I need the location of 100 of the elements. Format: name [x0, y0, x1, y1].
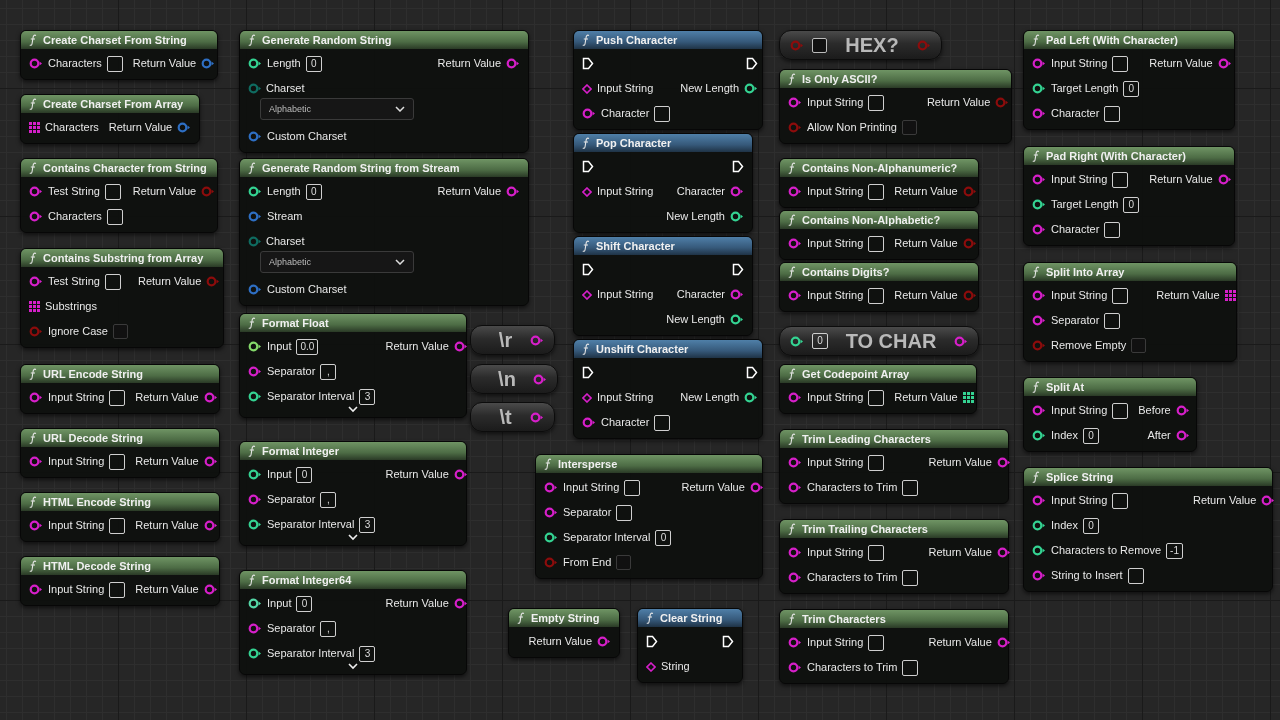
text-field[interactable]	[654, 414, 671, 431]
text-field[interactable]	[868, 389, 885, 406]
pin-icon[interactable]	[453, 341, 468, 352]
text-field[interactable]	[868, 235, 885, 252]
text-field[interactable]: 3	[359, 388, 376, 405]
text-field[interactable]	[868, 94, 885, 111]
exec-pin-icon[interactable]	[746, 57, 758, 70]
exec-pin-icon[interactable]	[582, 57, 594, 70]
text-field[interactable]	[624, 479, 641, 496]
function-node[interactable]: Empty String Return Value	[508, 608, 620, 658]
function-node[interactable]: Trim Leading Characters Input String Return Value Characters to Trim	[779, 429, 1009, 504]
exec-pin-icon[interactable]	[746, 366, 758, 379]
function-node[interactable]: Format Integer64 Input 0 Return Value Separator , Separator Interval 3	[239, 570, 467, 675]
exec-pin-icon[interactable]	[646, 635, 658, 648]
text-field[interactable]	[616, 504, 633, 521]
text-field[interactable]	[1104, 105, 1121, 122]
text-field[interactable]	[1112, 492, 1129, 509]
text-field[interactable]: 0	[1123, 196, 1140, 213]
diamond-pin-icon[interactable]	[646, 661, 656, 672]
exec-pin-icon[interactable]	[582, 366, 594, 379]
function-node[interactable]: Pad Left (With Character) Input String Return Value Target Length 0 Character	[1023, 30, 1235, 130]
checkbox[interactable]	[1131, 338, 1147, 353]
text-field[interactable]	[109, 581, 126, 598]
grid-pin-icon[interactable]	[1224, 290, 1236, 301]
pin-icon[interactable]	[996, 547, 1011, 558]
diamond-pin-icon[interactable]	[582, 186, 592, 197]
function-node[interactable]: Create Charset From String Characters Return Value	[20, 30, 218, 80]
expand-icon[interactable]	[348, 663, 358, 670]
text-field[interactable]	[106, 55, 123, 72]
text-field[interactable]	[868, 454, 885, 471]
pin-icon[interactable]	[248, 391, 262, 402]
pin-icon[interactable]	[749, 482, 764, 493]
pin-icon[interactable]	[248, 58, 262, 69]
function-node[interactable]: Splice String Input String Return Value Index 0 Characters to Remove -1 String to Insert	[1023, 467, 1273, 592]
text-field[interactable]	[868, 544, 885, 561]
text-field[interactable]	[104, 273, 121, 290]
function-node[interactable]: Format Float Input 0.0 Return Value Separator , Separator Interval 3	[239, 313, 467, 418]
function-node[interactable]: Clear String String	[637, 608, 743, 683]
text-field[interactable]	[902, 479, 919, 496]
pin-icon[interactable]	[248, 186, 262, 197]
text-field[interactable]	[1127, 567, 1144, 584]
text-field[interactable]	[1112, 55, 1129, 72]
function-node[interactable]: Is Only ASCII? Input String Return Value Allow Non Printing	[779, 69, 1012, 144]
text-field[interactable]	[902, 659, 919, 676]
function-node[interactable]: Shift Character Input String Character New Length	[573, 236, 753, 336]
text-field[interactable]: 0	[305, 55, 322, 72]
diamond-pin-icon[interactable]	[582, 392, 592, 403]
text-field[interactable]: 0.0	[296, 338, 319, 355]
text-field[interactable]	[1104, 312, 1121, 329]
text-field[interactable]	[109, 517, 126, 534]
dropdown[interactable]: Alphabetic	[260, 251, 414, 274]
function-node[interactable]: Get Codepoint Array Input String Return Value	[779, 364, 977, 414]
function-node[interactable]: Intersperse Input String Return Value Separator Separator Interval 0 From End	[535, 454, 763, 579]
text-field[interactable]: 3	[359, 645, 376, 662]
diamond-pin-icon[interactable]	[582, 289, 592, 300]
text-field[interactable]	[1112, 402, 1129, 419]
text-field[interactable]	[868, 287, 885, 304]
text-field[interactable]: 3	[359, 516, 376, 533]
compact-node[interactable]: \n	[470, 364, 558, 394]
pin-icon[interactable]	[744, 392, 758, 403]
pin-icon[interactable]	[248, 648, 262, 659]
pin-icon[interactable]	[730, 314, 744, 325]
function-node[interactable]: Unshift Character Input String New Length Character	[573, 339, 763, 439]
function-node[interactable]: Pad Right (With Character) Input String Return Value Target Length 0 Character	[1023, 146, 1235, 246]
text-field[interactable]: 0	[305, 183, 322, 200]
expand-icon[interactable]	[348, 406, 358, 413]
text-field[interactable]: 0	[1082, 427, 1099, 444]
text-field[interactable]: 0	[296, 595, 313, 612]
function-node[interactable]: Create Charset From Array Characters Return Value	[20, 94, 200, 144]
pin-icon[interactable]	[730, 211, 744, 222]
text-field[interactable]	[868, 634, 885, 651]
grid-pin-icon[interactable]	[29, 301, 40, 312]
compact-node[interactable]: 0 TO CHAR	[779, 326, 979, 356]
text-field[interactable]	[104, 183, 121, 200]
function-node[interactable]: Split At Input String Before Index 0 After	[1023, 377, 1197, 452]
text-field[interactable]	[902, 569, 919, 586]
compact-node[interactable]: \t	[470, 402, 555, 432]
pin-icon[interactable]	[790, 335, 804, 347]
checkbox[interactable]	[812, 37, 827, 53]
exec-pin-icon[interactable]	[582, 263, 594, 276]
function-node[interactable]: Pop Character Input String Character New Length	[573, 133, 753, 233]
grid-pin-icon[interactable]	[962, 392, 974, 403]
function-node[interactable]: Contains Non-Alphanumeric? Input String Return Value	[779, 158, 979, 208]
pin-icon[interactable]	[248, 341, 262, 352]
compact-node[interactable]: HEX?	[779, 30, 942, 60]
expand-icon[interactable]	[348, 534, 358, 541]
text-field[interactable]	[109, 453, 126, 470]
compact-node[interactable]: \r	[470, 325, 555, 355]
function-node[interactable]: Push Character Input String New Length Character	[573, 30, 763, 130]
pin-icon[interactable]	[744, 83, 758, 94]
function-node[interactable]: Trim Characters Input String Return Value Characters to Trim	[779, 609, 1009, 684]
pin-icon[interactable]	[1032, 545, 1046, 556]
text-field[interactable]	[654, 105, 671, 122]
dropdown[interactable]: Alphabetic	[260, 98, 414, 121]
text-field[interactable]	[1104, 221, 1121, 238]
pin-icon[interactable]	[996, 457, 1011, 468]
text-field[interactable]: 0	[1123, 80, 1140, 97]
text-field[interactable]: ,	[320, 363, 337, 380]
pin-icon[interactable]	[544, 532, 558, 543]
function-node[interactable]: Contains Digits? Input String Return Value	[779, 262, 979, 312]
